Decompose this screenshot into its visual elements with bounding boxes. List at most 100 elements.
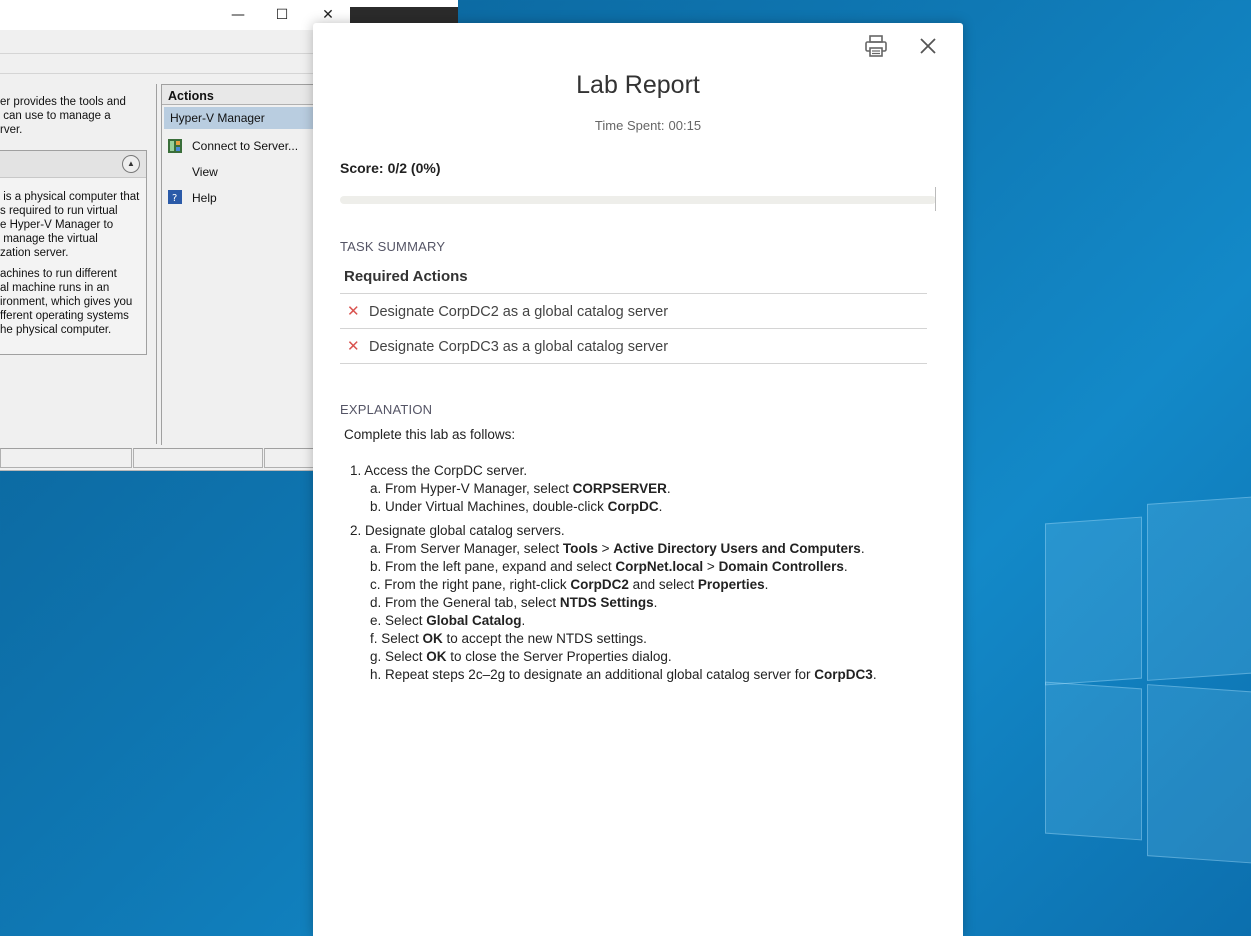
substep-text: e. Select <box>370 613 427 628</box>
substep-emphasis: OK <box>422 631 443 646</box>
actions-selected-item[interactable]: Hyper-V Manager <box>164 107 320 129</box>
task-text: Designate CorpDC2 as a global catalog se… <box>369 304 669 320</box>
collapse-up-icon[interactable]: ▲ <box>122 155 140 173</box>
step-substep: e. Select Global Catalog. <box>370 612 970 630</box>
explanation-heading: EXPLANATION <box>340 402 433 417</box>
substep-emphasis: CorpDC <box>607 499 659 514</box>
step-title: 2. Designate global catalog servers. <box>350 523 565 538</box>
substep-text: . <box>666 481 671 496</box>
actions-pane: Actions Hyper-V Manager Connect to Serve… <box>161 84 322 445</box>
task-row: ✕ Designate CorpDC2 as a global catalog s… <box>347 302 668 320</box>
overview-text: er provides the tools and can use to man… <box>0 96 126 136</box>
window-close-button[interactable]: ✕ <box>318 6 338 24</box>
substep-text: b. From the left pane, expand and select <box>370 559 616 574</box>
substep-text: b. Under Virtual Machines, double-click <box>370 499 608 514</box>
substep-text: . <box>860 541 865 556</box>
substep-emphasis: Domain Controllers <box>718 559 844 574</box>
print-icon[interactable] <box>863 33 889 59</box>
substep-text: a. From Hyper-V Manager, select <box>370 481 573 496</box>
score-progress-bar <box>340 196 936 204</box>
step-substep: h. Repeat steps 2c–2g to designate an ad… <box>370 666 970 684</box>
action-connect-to-server[interactable]: Connect to Server... <box>192 139 298 153</box>
step-substep: b. From the left pane, expand and select… <box>370 558 970 576</box>
divider <box>0 53 315 54</box>
action-help[interactable]: Help <box>192 191 217 205</box>
explanation-body: Complete this lab as follows: 1. Access … <box>344 427 944 690</box>
table-divider <box>340 293 927 294</box>
info-text-1: is a physical computer that s required t… <box>0 191 140 259</box>
info-box: ▲ is a physical computer that s required… <box>0 150 147 355</box>
close-icon[interactable] <box>915 33 941 59</box>
progress-bar-end-marker <box>935 187 936 211</box>
substep-text: h. Repeat steps 2c–2g to designate an ad… <box>370 667 815 682</box>
substep-emphasis: Tools <box>562 541 598 556</box>
task-summary-heading: TASK SUMMARY <box>340 239 446 254</box>
background-window-strip <box>350 0 458 24</box>
failed-x-icon: ✕ <box>347 337 360 355</box>
task-text: Designate CorpDC3 as a global catalog se… <box>369 339 669 355</box>
substep-emphasis: Global Catalog <box>426 613 522 628</box>
svg-text:?: ? <box>172 193 177 204</box>
divider <box>0 73 315 74</box>
table-divider <box>340 363 927 364</box>
substep-emphasis: Properties <box>697 577 765 592</box>
failed-x-icon: ✕ <box>347 302 360 320</box>
substep-emphasis: CorpDC2 <box>570 577 629 592</box>
action-view[interactable]: View <box>192 165 218 179</box>
substep-emphasis: CORPSERVER <box>572 481 667 496</box>
connect-server-icon <box>168 139 182 153</box>
status-cell <box>0 448 132 468</box>
status-bar <box>0 448 315 468</box>
score-value: 0/2 (0%) <box>387 160 441 176</box>
explanation-step: 1. Access the CorpDC server. a. From Hype… <box>344 462 944 516</box>
score-label: Score: <box>340 160 384 176</box>
substep-emphasis: Active Directory Users and Computers <box>613 541 861 556</box>
overview-pane: er provides the tools and can use to man… <box>0 84 157 444</box>
steps-list: 1. Access the CorpDC server. a. From Hype… <box>344 462 944 684</box>
window-titlebar: — ☐ ✕ <box>0 0 350 30</box>
explanation-step: 2. Designate global catalog servers. a. F… <box>344 522 944 684</box>
step-substep: d. From the General tab, select NTDS Set… <box>370 594 970 612</box>
time-spent: Time Spent: 00:15 <box>313 118 979 133</box>
substep-text: . <box>658 499 663 514</box>
substep-text: . <box>653 595 658 610</box>
substep-emphasis: CorpDC3 <box>814 667 873 682</box>
report-title: Lab Report <box>576 71 700 99</box>
score: Score: 0/2 (0%) <box>340 160 441 176</box>
info-text-2: achines to run different al machine runs… <box>0 268 133 336</box>
explanation-intro: Complete this lab as follows: <box>344 427 516 442</box>
time-spent-label: Time Spent: <box>594 118 665 133</box>
substep-text: . <box>764 577 769 592</box>
required-actions-heading: Required Actions <box>344 268 468 285</box>
substep-emphasis: NTDS Settings <box>559 595 654 610</box>
substep-text: . <box>521 613 526 628</box>
substep-text: > <box>597 541 614 556</box>
substep-text: . <box>872 667 877 682</box>
info-box-header: ▲ <box>0 151 146 178</box>
task-row: ✕ Designate CorpDC3 as a global catalog s… <box>347 337 668 355</box>
minimize-button[interactable]: — <box>228 6 248 24</box>
table-divider <box>340 328 927 329</box>
help-icon: ? <box>168 190 182 204</box>
status-cell <box>133 448 263 468</box>
step-title: 1. Access the CorpDC server. <box>350 463 528 478</box>
maximize-button[interactable]: ☐ <box>272 6 292 24</box>
step-substep: a. From Hyper-V Manager, select CORPSERV… <box>370 480 970 498</box>
substep-text: g. Select <box>370 649 427 664</box>
time-spent-value: 00:15 <box>668 118 702 133</box>
substep-text: d. From the General tab, select <box>370 595 560 610</box>
status-cell <box>264 448 315 468</box>
lab-report-modal: Lab Report Time Spent: 00:15 Score: 0/2 (0… <box>313 23 963 936</box>
substep-text: a. From Server Manager, select <box>370 541 563 556</box>
step-substep: a. From Server Manager, select Tools > A… <box>370 540 970 558</box>
step-substep: b. Under Virtual Machines, double-click … <box>370 498 970 516</box>
substep-text: > <box>703 559 719 574</box>
actions-header: Actions <box>162 85 322 105</box>
step-substep: g. Select OK to close the Server Propert… <box>370 648 970 666</box>
hyper-v-manager-window: — ☐ ✕ er provides the tools and can use … <box>0 0 351 471</box>
step-substep: c. From the right pane, right-click Corp… <box>370 576 970 594</box>
windows-desktop-logo <box>1045 490 1251 864</box>
substep-emphasis: OK <box>426 649 447 664</box>
substep-text: to accept the new NTDS settings. <box>442 631 647 646</box>
substep-text: and select <box>628 577 698 592</box>
